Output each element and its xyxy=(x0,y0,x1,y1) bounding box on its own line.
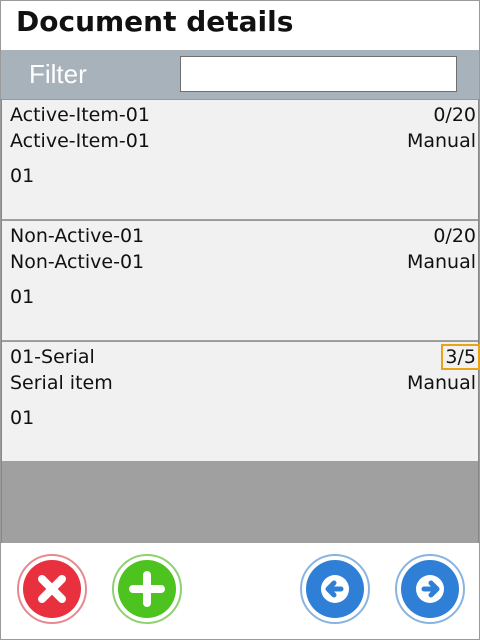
arrow-right-icon xyxy=(395,554,465,624)
cancel-button[interactable] xyxy=(16,553,88,625)
arrow-left-icon xyxy=(300,554,370,624)
item-sub: 01 xyxy=(10,165,35,187)
item-name: Serial item xyxy=(10,372,113,394)
item-sub: 01 xyxy=(10,286,35,308)
filter-input[interactable] xyxy=(180,56,457,92)
forward-button[interactable] xyxy=(394,553,466,625)
close-icon xyxy=(17,554,87,624)
title-bar: Document details xyxy=(1,1,479,50)
item-sub: 01 xyxy=(10,407,35,429)
item-quantity-highlighted: 3/5 xyxy=(441,344,480,370)
list-item[interactable]: Active-Item-01 Active-Item-01 01 0/20 Ma… xyxy=(2,99,478,219)
item-name: Non-Active-01 xyxy=(10,251,145,273)
filter-label: Filter xyxy=(29,59,87,89)
item-list[interactable]: Active-Item-01 Active-Item-01 01 0/20 Ma… xyxy=(1,99,480,543)
app-window: Document details Filter Active-Item-01 A… xyxy=(0,0,480,640)
item-quantity: 0/20 xyxy=(433,225,476,247)
page-title: Document details xyxy=(16,5,294,38)
item-code: Active-Item-01 xyxy=(10,104,150,126)
add-button[interactable] xyxy=(111,553,183,625)
plus-icon xyxy=(112,554,182,624)
item-code: 01-Serial xyxy=(10,346,95,368)
item-code: Non-Active-01 xyxy=(10,225,145,247)
item-mode: Manual xyxy=(406,251,476,273)
list-item[interactable]: 01-Serial Serial item 01 3/5 Manual xyxy=(2,341,480,461)
item-name: Active-Item-01 xyxy=(10,130,150,152)
bottom-toolbar xyxy=(1,543,479,639)
back-button[interactable] xyxy=(299,553,371,625)
item-quantity: 0/20 xyxy=(433,104,476,126)
item-mode: Manual xyxy=(406,372,476,394)
list-item[interactable]: Non-Active-01 Non-Active-01 01 0/20 Manu… xyxy=(2,220,478,340)
filter-bar: Filter xyxy=(1,50,479,99)
item-mode: Manual xyxy=(406,130,476,152)
